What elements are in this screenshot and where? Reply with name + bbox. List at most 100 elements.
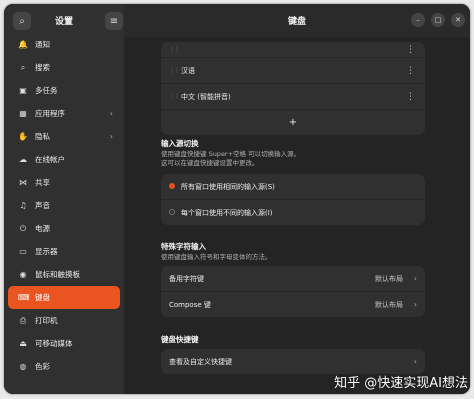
add-input-source-button[interactable]: +: [161, 109, 425, 135]
compose-key-row[interactable]: Compose 键 默认布局 ›: [161, 291, 425, 317]
sidebar-item-label: 电源: [35, 224, 50, 233]
row-label: Compose 键: [169, 300, 211, 309]
sidebar-item-label: 显示器: [35, 247, 58, 256]
input-sources-list: ⋮⋮ ⋮ ⋮⋮ 汉语 ⋮ ⋮⋮ 中文 (智能拼音) ⋮ +: [161, 42, 425, 135]
input-source-label: 汉语: [181, 66, 195, 75]
radio-button[interactable]: [169, 209, 175, 215]
drag-handle-icon[interactable]: ⋮⋮: [169, 46, 180, 53]
sidebar-item-label: 共享: [35, 178, 50, 187]
sidebar-item-label: 打印机: [35, 316, 58, 325]
sidebar-item[interactable]: ⎙ 打印机: [8, 309, 120, 332]
description-line: 使用键盘快捷键 Super+空格 可以切换输入源。: [161, 150, 301, 158]
input-source-label: 中文 (智能拼音): [181, 92, 231, 101]
multitask-icon: ▣: [19, 86, 27, 95]
sidebar-item-label: 色彩: [35, 362, 50, 371]
color-icon: ◍: [19, 362, 27, 371]
sidebar-item[interactable]: ☁ 在线帐户: [8, 148, 120, 171]
radio-label: 每个窗口使用不同的输入源(I): [181, 208, 273, 217]
sidebar-item[interactable]: ⌕ 搜索: [8, 56, 120, 79]
menu-button[interactable]: ≡: [105, 12, 123, 30]
minimize-button[interactable]: –: [411, 13, 425, 27]
watermark: 知乎 @快速实现AI想法: [334, 376, 468, 391]
sidebar-item-label: 鼠标和触摸板: [35, 270, 80, 279]
bell-icon: 🔔: [18, 40, 28, 49]
radio-button-selected[interactable]: [169, 183, 175, 189]
alternate-chars-key-row[interactable]: 备用字符键 默认布局 ›: [161, 266, 425, 291]
close-icon: ✕: [455, 16, 461, 24]
cloud-icon: ☁: [19, 155, 27, 164]
sidebar-item[interactable]: ▭ 显示器: [8, 240, 120, 263]
sidebar-list: 🔔 通知 ⌕ 搜索 ▣ 多任务 ▦ 应用程序 › ✋ 隐私 › ☁ 在线帐户 ⋈ 共享 ♫ 声音 ⏻ 电源 ▭ 显示器 ◉ 鼠…: [4, 33, 124, 378]
more-icon[interactable]: ⋮: [406, 45, 415, 55]
keyboard-icon: ⌨: [18, 293, 30, 302]
sidebar-item[interactable]: 🔔 通知: [8, 33, 120, 56]
input-source-row[interactable]: ⋮⋮ 中文 (智能拼音) ⋮: [161, 83, 425, 109]
sidebar-item[interactable]: ⏻ 电源: [8, 217, 120, 240]
drag-handle-icon[interactable]: ⋮⋮: [169, 67, 180, 74]
sidebar-item[interactable]: ♫ 声音: [8, 194, 120, 217]
drag-handle-icon[interactable]: ⋮⋮: [169, 93, 180, 100]
sidebar-item-label: 在线帐户: [35, 155, 65, 164]
hamburger-icon: ≡: [109, 15, 119, 27]
search-icon: ⌕: [20, 62, 26, 72]
input-source-row[interactable]: ⋮⋮ 汉语 ⋮: [161, 57, 425, 83]
row-value: 默认布局: [375, 300, 403, 309]
row-label: 查看及自定义快捷键: [169, 357, 232, 366]
radio-label: 所有窗口使用相同的输入源(S): [181, 182, 275, 191]
radio-option-same[interactable]: 所有窗口使用相同的输入源(S): [161, 174, 425, 199]
maximize-button[interactable]: □: [431, 13, 445, 27]
chevron-right-icon: ›: [109, 109, 113, 118]
section-title: 输入源切换: [161, 139, 199, 148]
sidebar-item[interactable]: ▣ 多任务: [8, 79, 120, 102]
sidebar-item[interactable]: ◍ 色彩: [8, 355, 120, 378]
switch-options: 所有窗口使用相同的输入源(S) 每个窗口使用不同的输入源(I): [161, 174, 425, 225]
sidebar-item[interactable]: ◉ 鼠标和触摸板: [8, 263, 120, 286]
power-icon: ⏻: [19, 223, 27, 233]
display-icon: ▭: [19, 247, 27, 256]
description-line: 这可以在键盘快捷键设置中更改。: [161, 159, 259, 167]
special-chars-list: 备用字符键 默认布局 › Compose 键 默认布局 ›: [161, 266, 425, 317]
sidebar-item-label: 搜索: [35, 63, 50, 72]
radio-option-different[interactable]: 每个窗口使用不同的输入源(I): [161, 199, 425, 225]
more-icon[interactable]: ⋮: [406, 92, 415, 102]
settings-window: ⌕ 设置 ≡ 🔔 通知 ⌕ 搜索 ▣ 多任务 ▦ 应用程序 › ✋ 隐私 › ☁ 在线帐户 ⋈ 共享 ♫ 声音 ⏻ 电…: [4, 4, 470, 394]
content-area: ⋮⋮ ⋮ ⋮⋮ 汉语 ⋮ ⋮⋮ 中文 (智能拼音) ⋮ + 输入源切换 使用键盘…: [124, 37, 470, 394]
sidebar-item[interactable]: ▦ 应用程序 ›: [8, 102, 120, 125]
section-description: 使用键盘快捷键 Super+空格 可以切换输入源。 这可以在键盘快捷键设置中更改…: [161, 150, 300, 168]
section-description: 使用键盘输入符号和字母变体的方法。: [161, 253, 272, 261]
maximize-icon: □: [434, 16, 442, 24]
shortcuts-list: 查看及自定义快捷键 ›: [161, 349, 425, 374]
add-icon: +: [288, 117, 298, 128]
chevron-right-icon: ›: [413, 357, 417, 366]
row-label: 备用字符键: [169, 274, 204, 283]
mouse-icon: ◉: [19, 270, 27, 279]
sidebar-item-label: 隐私: [35, 132, 50, 141]
sidebar-item[interactable]: ⏏ 可移动媒体: [8, 332, 120, 355]
sidebar-item-label: 键盘: [35, 293, 50, 302]
sidebar-item[interactable]: ⋈ 共享: [8, 171, 120, 194]
chevron-right-icon: ›: [413, 300, 417, 309]
view-shortcuts-row[interactable]: 查看及自定义快捷键 ›: [161, 349, 425, 374]
share-icon: ⋈: [19, 178, 27, 187]
apps-icon: ▦: [19, 109, 27, 118]
media-icon: ⏏: [19, 339, 27, 348]
privacy-icon: ✋: [18, 132, 28, 141]
sidebar-item-label: 多任务: [35, 86, 58, 95]
sidebar: ⌕ 设置 ≡ 🔔 通知 ⌕ 搜索 ▣ 多任务 ▦ 应用程序 › ✋ 隐私 › ☁ 在线帐户 ⋈ 共享 ♫ 声音 ⏻ 电…: [4, 4, 124, 394]
sidebar-item-label: 可移动媒体: [35, 339, 73, 348]
sidebar-item[interactable]: ✋ 隐私 ›: [8, 125, 120, 148]
sidebar-item-label: 通知: [35, 40, 50, 49]
main-header: 键盘 – □ ✕: [124, 4, 470, 37]
section-title: 键盘快捷键: [161, 335, 199, 344]
main-panel: 键盘 – □ ✕ ⋮⋮ ⋮ ⋮⋮ 汉语 ⋮ ⋮⋮ 中文 (智能拼音) ⋮ + 输…: [124, 4, 470, 394]
row-value: 默认布局: [375, 274, 403, 283]
chevron-right-icon: ›: [109, 132, 113, 141]
section-title: 特殊字符输入: [161, 242, 206, 251]
list-item: ⋮⋮ ⋮: [161, 42, 425, 57]
music-icon: ♫: [19, 201, 27, 210]
minimize-icon: –: [416, 16, 420, 24]
sidebar-item-label: 声音: [35, 201, 50, 210]
sidebar-item[interactable]: ⌨ 键盘: [8, 286, 120, 309]
more-icon[interactable]: ⋮: [406, 66, 415, 76]
close-button[interactable]: ✕: [451, 13, 465, 27]
